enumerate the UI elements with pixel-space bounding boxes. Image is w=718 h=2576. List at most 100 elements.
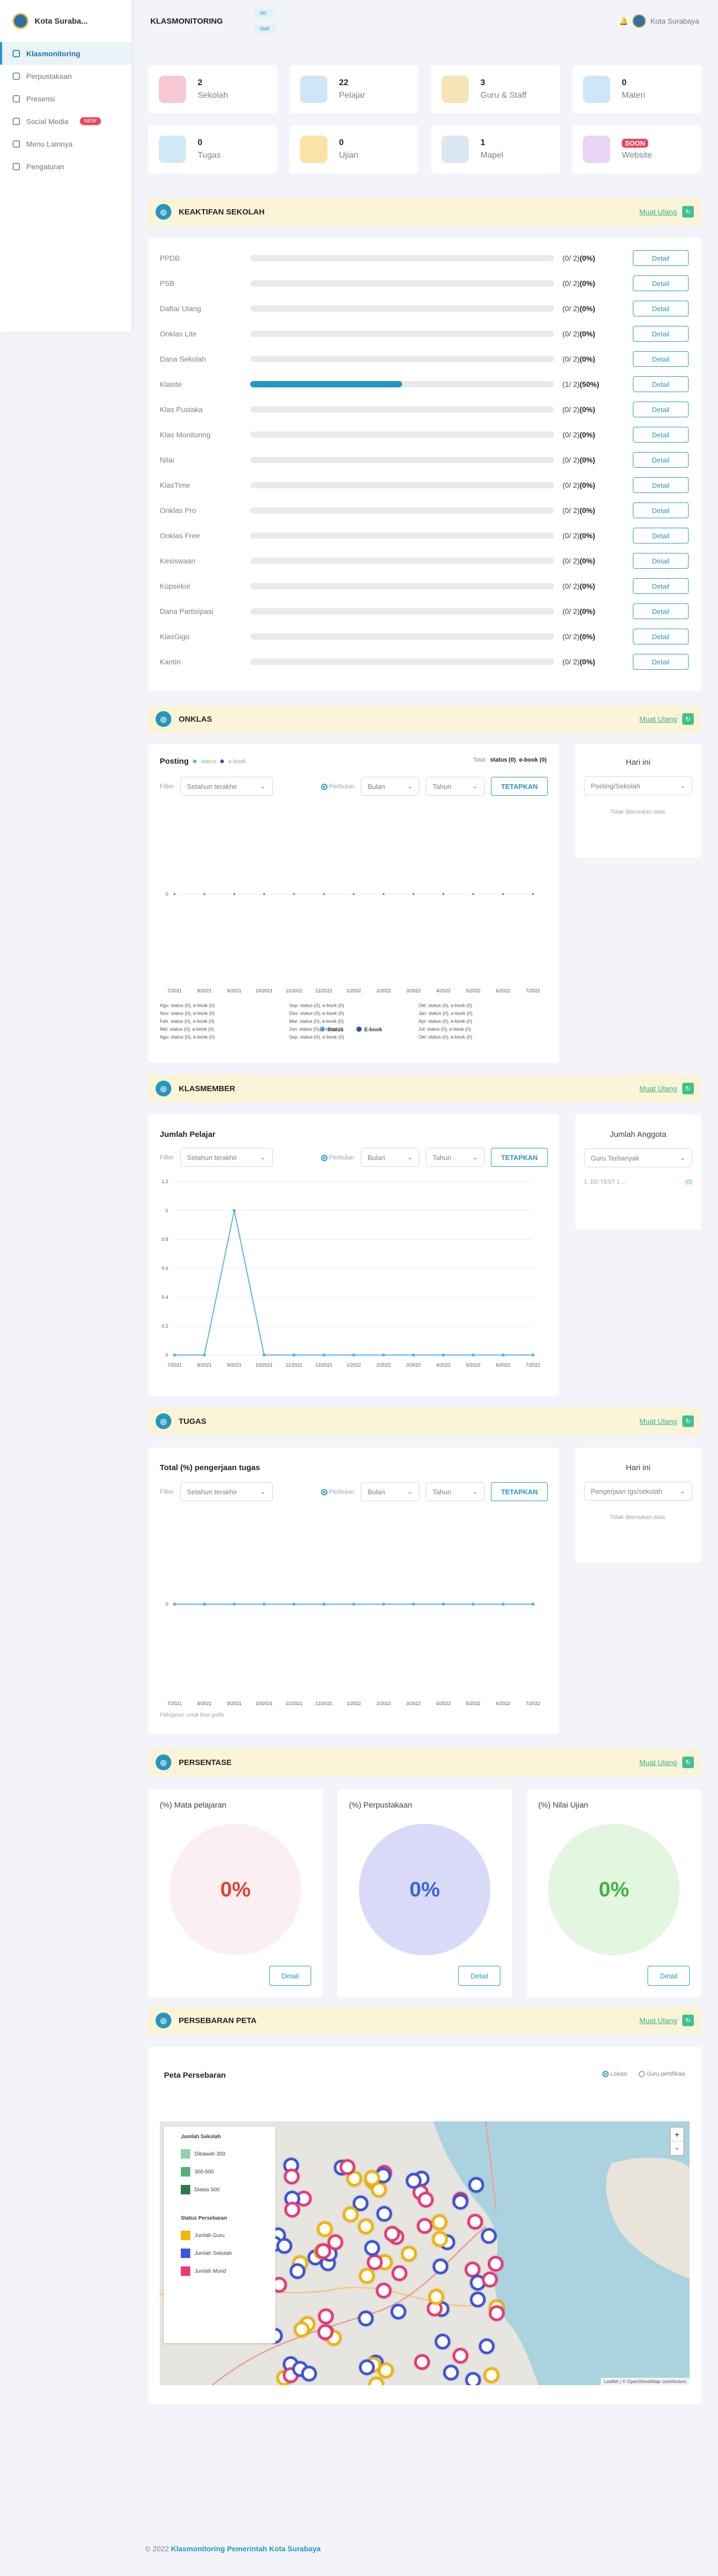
sidebar-item-klasmonitoring[interactable]: Klasmonitoring <box>0 42 131 65</box>
map-marker[interactable] <box>358 2310 374 2326</box>
bell-icon[interactable]: 🔔 <box>619 17 628 26</box>
year-select[interactable]: Tahun <box>426 1482 485 1501</box>
reload-link[interactable]: Muat Ulang ↻ <box>639 1415 694 1427</box>
map-marker[interactable] <box>301 2365 317 2382</box>
data-point[interactable] <box>471 1353 475 1357</box>
stat-card[interactable]: 22 Pelajar <box>290 65 418 114</box>
month-select[interactable]: Bulan <box>361 1482 420 1501</box>
data-point[interactable] <box>262 1603 266 1606</box>
data-point[interactable] <box>322 1603 326 1606</box>
data-point[interactable] <box>352 1603 355 1606</box>
period-select[interactable]: Setahun terakhir <box>180 777 273 796</box>
stat-card[interactable]: 0 Ujian <box>290 125 418 173</box>
month-select[interactable]: Bulan <box>361 1148 420 1167</box>
data-point[interactable] <box>203 893 206 895</box>
data-point[interactable] <box>382 1353 385 1357</box>
sidebar-item-social-media[interactable]: Social Media NEW <box>0 110 131 132</box>
month-select[interactable]: Bulan <box>361 777 420 796</box>
detail-button[interactable]: Detail <box>633 477 689 493</box>
data-point[interactable] <box>293 893 295 895</box>
data-point[interactable] <box>322 1353 326 1357</box>
data-point[interactable] <box>353 893 355 895</box>
map-marker[interactable] <box>358 2267 375 2284</box>
detail-button[interactable]: Detail <box>633 553 689 569</box>
stat-card[interactable]: 2 Sekolah <box>148 65 277 114</box>
map-marker[interactable] <box>487 2256 504 2272</box>
year-select[interactable]: Tahun <box>426 1148 485 1167</box>
map-marker[interactable] <box>443 2364 459 2380</box>
detail-button[interactable]: Detail <box>633 452 689 468</box>
ranking-select[interactable]: Guru Terbanyak <box>584 1148 692 1167</box>
data-point[interactable] <box>501 1353 505 1357</box>
map-marker[interactable] <box>390 2304 406 2320</box>
map-marker[interactable] <box>376 2206 392 2222</box>
radio-lokasi[interactable]: Lokasi <box>602 2071 627 2078</box>
detail-button[interactable]: Detail <box>633 326 689 342</box>
detail-button[interactable]: Detail <box>633 301 689 316</box>
radio-guru[interactable]: Guru pertifikasi <box>638 2071 685 2078</box>
data-point[interactable] <box>502 893 504 895</box>
data-point[interactable] <box>382 1603 385 1606</box>
detail-button[interactable]: Detail <box>633 351 689 367</box>
footer-link[interactable]: Klasmonitoring Pemerintah Kota Surabaya <box>171 2544 321 2553</box>
posting-select[interactable]: Posting/Sekolah <box>584 776 692 795</box>
map-marker[interactable] <box>432 2258 448 2274</box>
data-point[interactable] <box>532 893 534 895</box>
zoom-in-button[interactable]: + <box>671 2128 683 2141</box>
data-point[interactable] <box>383 893 385 895</box>
detail-button[interactable]: Detail <box>633 578 689 594</box>
map-marker[interactable] <box>384 2225 400 2242</box>
reload-link[interactable]: Muat Ulang ↻ <box>639 206 694 218</box>
data-point[interactable] <box>442 1353 445 1357</box>
map-marker[interactable] <box>317 2324 334 2340</box>
detail-button[interactable]: Detail <box>633 603 689 619</box>
detail-button[interactable]: Detail <box>633 402 689 417</box>
detail-button[interactable]: Detail <box>269 1966 311 1986</box>
map-marker[interactable] <box>468 2177 485 2193</box>
data-point[interactable] <box>531 1353 535 1357</box>
map-marker[interactable] <box>488 2305 505 2321</box>
map-marker[interactable] <box>484 2367 500 2383</box>
map-marker[interactable] <box>357 2219 374 2235</box>
apply-button[interactable]: TETAPKAN <box>491 1148 548 1167</box>
map-marker[interactable] <box>327 2234 343 2251</box>
data-point[interactable] <box>412 1603 415 1606</box>
data-point[interactable] <box>443 893 444 895</box>
detail-button[interactable]: Detail <box>633 376 689 392</box>
data-point[interactable] <box>412 1353 415 1357</box>
stat-card[interactable]: 3 Guru & Staff <box>431 65 560 114</box>
reload-link[interactable]: Muat Ulang ↻ <box>639 1757 694 1768</box>
stat-card[interactable]: SOON Website <box>572 125 701 173</box>
map-view[interactable]: Jumlah Sekolah Dibawah 300 300-500 Diatas … <box>160 2121 690 2385</box>
stat-card[interactable]: 1 Mapel <box>431 125 560 173</box>
zoom-out-button[interactable]: - <box>671 2141 683 2155</box>
detail-button[interactable]: Detail <box>633 427 689 443</box>
period-select[interactable]: Setahun terakhir <box>180 1482 273 1501</box>
data-point[interactable] <box>232 1209 236 1212</box>
sidebar-item-perpustakaan[interactable]: Perpustakaan <box>0 65 131 87</box>
tugas-select[interactable]: Pengerjaan tgs/sekolah <box>584 1482 692 1501</box>
data-point[interactable] <box>292 1353 296 1357</box>
data-point[interactable] <box>471 1603 475 1606</box>
map-marker[interactable] <box>470 2291 486 2307</box>
detail-button[interactable]: Detail <box>633 528 689 543</box>
level-tag-sd[interactable]: SD <box>254 9 275 17</box>
map-marker[interactable] <box>480 2228 497 2244</box>
perbulan-radio[interactable]: Perbulan <box>321 1154 354 1161</box>
detail-button[interactable]: Detail <box>633 275 689 291</box>
detail-button[interactable]: Detail <box>633 629 689 644</box>
map-marker[interactable] <box>478 2338 495 2355</box>
map-marker[interactable] <box>428 2288 445 2305</box>
detail-button[interactable]: Detail <box>633 502 689 518</box>
data-point[interactable] <box>413 893 415 895</box>
reload-link[interactable]: Muat Ulang ↻ <box>639 2015 694 2026</box>
perbulan-radio[interactable]: Perbulan <box>321 1488 354 1495</box>
map-marker[interactable] <box>481 2272 498 2288</box>
sidebar-item-presensi[interactable]: Presensi <box>0 87 131 110</box>
detail-button[interactable]: Detail <box>633 250 689 266</box>
apply-button[interactable]: TETAPKAN <box>491 777 548 796</box>
year-select[interactable]: Tahun <box>426 777 485 796</box>
data-point[interactable] <box>233 893 235 895</box>
map-marker[interactable] <box>283 2169 300 2185</box>
sidebar-item-menu-lainnya[interactable]: Menu Lainnya <box>0 132 131 155</box>
